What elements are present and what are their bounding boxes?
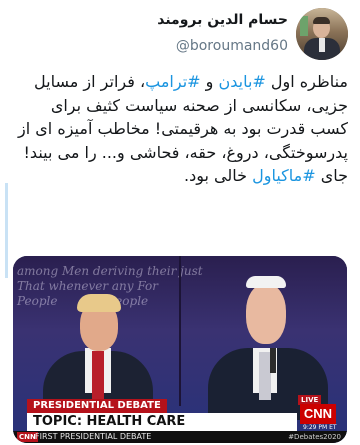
tweet-text: مناظره اول #بایدن و #ترامپ، فراتر از مسا…: [14, 70, 348, 188]
tweet-text-segment: مناظره اول: [265, 72, 348, 91]
right-speaker-hair: [246, 276, 286, 288]
tweet-header: حسام الدین برومند @boroumand60: [0, 0, 360, 70]
right-speaker-face: [246, 284, 286, 344]
tweet-text-segment: خالی بود.: [184, 166, 253, 185]
scroll-indicator: [5, 183, 8, 278]
hashtag-link[interactable]: #ترامپ: [145, 72, 200, 91]
cnn-logo: CNN: [300, 404, 336, 424]
hashtag-link[interactable]: #ماکیاول: [252, 166, 316, 185]
avatar[interactable]: [296, 8, 348, 60]
microphone: [270, 348, 276, 373]
user-handle[interactable]: @boroumand60: [176, 38, 288, 54]
display-name[interactable]: حسام الدین برومند: [157, 12, 288, 28]
left-speaker-tie: [92, 351, 104, 399]
chyron-label: PRESIDENTIAL DEBATE: [27, 399, 167, 413]
split-screen-divider: [179, 256, 181, 406]
tweet-media-image[interactable]: among Men deriving their just That whene…: [13, 256, 347, 443]
left-speaker-hair: [77, 294, 121, 312]
chyron-bottom-bar: CNN FIRST PRESIDENTIAL DEBATE #Debates20…: [13, 431, 347, 443]
tweet-text-segment: و: [200, 72, 219, 91]
broadcast-clock: 9:29 PM ET: [303, 424, 337, 431]
hashtag-tag: #Debates2020: [288, 433, 341, 441]
news-chyron: PRESIDENTIAL DEBATE TOPIC: HEALTH CARE C…: [13, 399, 347, 443]
bottom-caption: FIRST PRESIDENTIAL DEBATE: [35, 432, 152, 441]
chyron-topic: TOPIC: HEALTH CARE: [27, 413, 297, 431]
hashtag-link[interactable]: #بایدن: [218, 72, 265, 91]
tweet-card: حسام الدین برومند @boroumand60 مناظره او…: [0, 0, 360, 445]
